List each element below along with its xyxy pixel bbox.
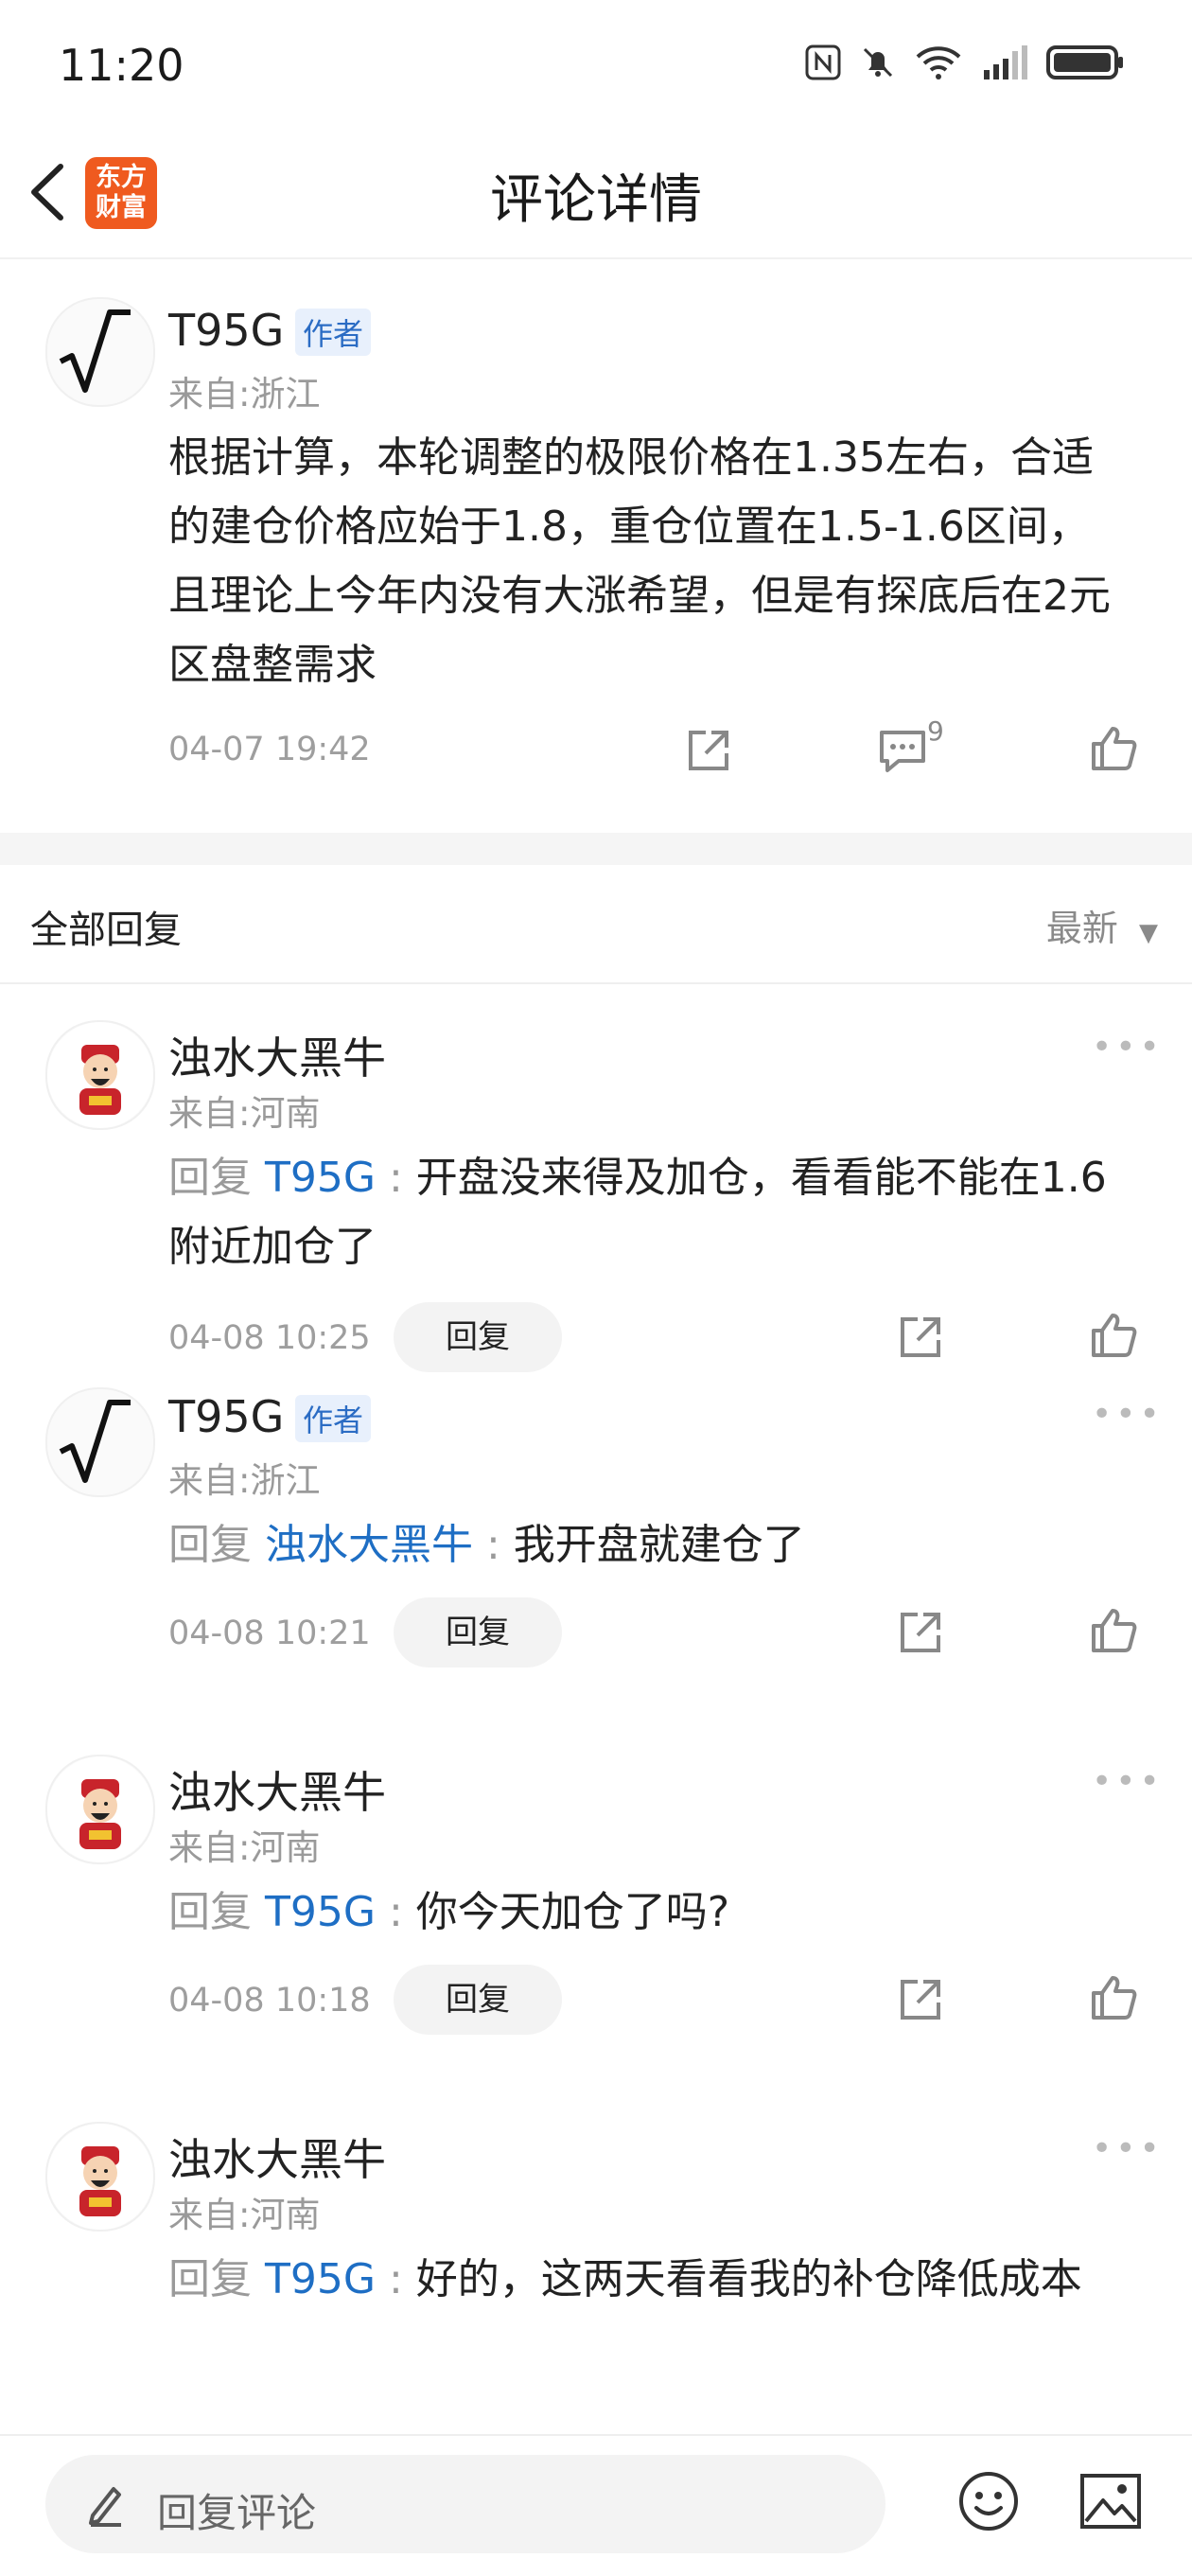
reply-separator: :: [375, 1888, 416, 1936]
share-icon[interactable]: [895, 1607, 946, 1658]
reply-target-link[interactable]: T95G: [265, 2255, 376, 2303]
avatar[interactable]: [45, 2122, 155, 2232]
share-icon[interactable]: [895, 1974, 946, 2025]
comment-icon[interactable]: [876, 727, 929, 776]
reply-text: 回复 T95G : 好的，这两天看看我的补仓降低成本: [168, 2245, 1114, 2314]
comment-time: 04-07 19:42: [168, 731, 371, 768]
reply-time: 04-08 10:21: [168, 1614, 371, 1652]
comment-text: 根据计算，本轮调整的极限价格在1.35左右，合适的建仓价格应始于1.8，重仓位置…: [168, 433, 1111, 689]
share-icon[interactable]: [895, 1312, 946, 1363]
share-icon[interactable]: [683, 725, 734, 776]
reply-separator: :: [473, 1521, 514, 1569]
reply-button[interactable]: 回复: [394, 1302, 562, 1372]
reply-button[interactable]: 回复: [394, 1597, 562, 1667]
author-name[interactable]: T95G: [168, 305, 284, 356]
author-location: 来自:浙江: [168, 374, 321, 415]
reply-body: 好的，这两天看看我的补仓降低成本: [415, 2255, 1082, 2303]
reply-prefix: 回复: [168, 1888, 265, 1936]
more-options-icon[interactable]: •••: [1092, 2129, 1164, 2168]
mute-bell-icon: [863, 47, 893, 78]
reply-prefix: 回复: [168, 2255, 265, 2303]
status-time: 11:20: [59, 40, 184, 91]
reply-prefix: 回复: [168, 1521, 265, 1569]
avatar[interactable]: [45, 1020, 155, 1130]
more-options-icon[interactable]: •••: [1092, 1762, 1164, 1801]
reply-text: 回复 T95G : 你今天加仓了吗?: [168, 1878, 1114, 1947]
replies-title: 全部回复: [30, 909, 182, 952]
reply-time: 04-08 10:25: [168, 1319, 371, 1357]
image-icon[interactable]: [1078, 2472, 1143, 2531]
reply-count: 9: [927, 715, 944, 747]
pencil-icon: [89, 2487, 121, 2527]
reply-author[interactable]: 浊水大黑牛: [168, 1758, 386, 1821]
sqrt-avatar-icon: [59, 309, 131, 393]
reply-location: 来自:河南: [168, 1093, 321, 1134]
reply-target-link[interactable]: T95G: [265, 1154, 376, 1202]
more-options-icon[interactable]: •••: [1092, 1028, 1164, 1067]
reply-separator: :: [375, 1154, 416, 1202]
reply-location: 来自:河南: [168, 2195, 321, 2235]
like-icon[interactable]: [1088, 1310, 1139, 1361]
avatar[interactable]: [45, 1755, 155, 1864]
reply-text: 回复 T95G : 开盘没来得及加仓，看看能不能在1.6附近加仓了: [168, 1143, 1114, 1281]
battery-icon: [1046, 45, 1123, 79]
header-divider: [0, 257, 1192, 259]
avatar[interactable]: [45, 297, 155, 407]
reply-location: 来自:浙江: [168, 1460, 321, 1501]
reply-text: 回复 浊水大黑牛 : 我开盘就建仓了: [168, 1510, 1114, 1579]
emoji-icon[interactable]: [957, 2470, 1020, 2532]
reply-button[interactable]: 回复: [394, 1965, 562, 2035]
reply-body: 我开盘就建仓了: [513, 1521, 805, 1569]
nfc-icon: [805, 44, 841, 80]
signal-icon: [984, 45, 1027, 79]
author-badge: 作者: [295, 1395, 372, 1442]
reply-author[interactable]: 浊水大黑牛: [168, 2126, 386, 2188]
reply-author[interactable]: T95G: [168, 1391, 284, 1442]
reply-target-link[interactable]: 浊水大黑牛: [265, 1521, 473, 1569]
avatar[interactable]: [45, 1387, 155, 1497]
reply-input-placeholder: 回复评论: [157, 2490, 317, 2536]
more-options-icon[interactable]: •••: [1092, 1395, 1164, 1434]
chevron-down-icon: ▼: [1139, 919, 1158, 947]
like-icon[interactable]: [1088, 1605, 1139, 1656]
reply-separator: :: [375, 2255, 416, 2303]
sort-dropdown[interactable]: 最新 ▼: [1046, 899, 1158, 951]
section-divider: [0, 982, 1192, 984]
wifi-icon: [916, 46, 961, 79]
author-badge: 作者: [295, 309, 372, 356]
reply-location: 来自:河南: [168, 1827, 321, 1868]
status-icons: [804, 44, 1126, 81]
page-title: 评论详情: [490, 169, 702, 231]
reply-prefix: 回复: [168, 1154, 265, 1202]
section-band: [0, 833, 1192, 865]
like-icon[interactable]: [1088, 1972, 1139, 2023]
like-icon[interactable]: [1088, 723, 1139, 774]
reply-body: 你今天加仓了吗?: [415, 1888, 730, 1936]
reply-target-link[interactable]: T95G: [265, 1888, 376, 1936]
reply-time: 04-08 10:18: [168, 1982, 371, 2020]
sort-label: 最新: [1045, 908, 1118, 949]
reply-author[interactable]: 浊水大黑牛: [168, 1024, 386, 1086]
